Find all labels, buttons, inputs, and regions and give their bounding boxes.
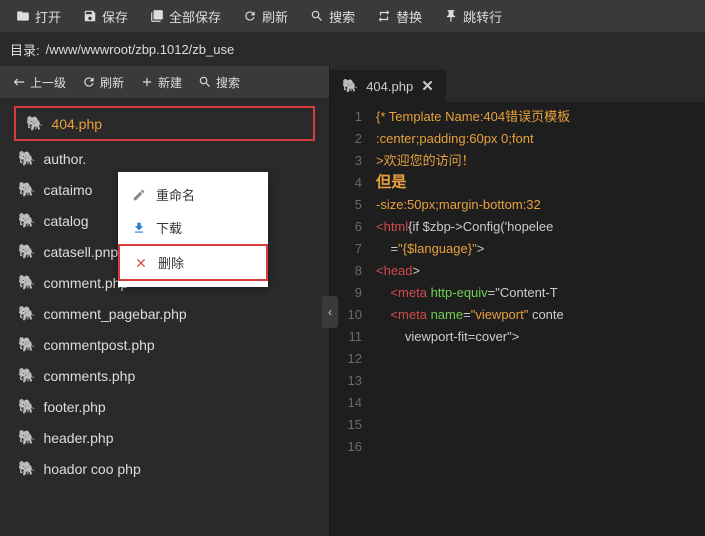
path-label: 目录: xyxy=(10,40,40,59)
close-icon[interactable]: ✕ xyxy=(421,77,434,95)
php-icon: 🐘 xyxy=(18,305,35,322)
back-icon xyxy=(12,75,26,89)
refresh-icon xyxy=(82,75,96,89)
file-item[interactable]: 🐘 hoador coo php xyxy=(8,453,321,484)
save-button[interactable]: 保存 xyxy=(73,1,138,32)
save-icon xyxy=(83,9,97,23)
php-icon: 🐘 xyxy=(18,429,35,446)
search-icon xyxy=(310,9,324,23)
file-item[interactable]: 🐘 comments.php xyxy=(8,360,321,391)
php-icon: 🐘 xyxy=(18,243,35,260)
context-menu: 重命名 下载 删除 xyxy=(118,172,268,287)
rename-item[interactable]: 重命名 xyxy=(118,178,268,211)
php-icon: 🐘 xyxy=(18,460,35,477)
sidebar-toolbar: 上一级 刷新 新建 搜索 xyxy=(0,66,329,98)
file-name: catalog xyxy=(43,213,88,229)
collapse-sidebar-button[interactable]: ‹ xyxy=(322,296,338,328)
save-all-icon xyxy=(150,9,164,23)
path-bar: 目录: /www/wwwroot/zbp.1012/zb_use xyxy=(0,32,705,66)
tab-label: 404.php xyxy=(366,79,413,94)
file-name: cataimo xyxy=(43,182,92,198)
file-item[interactable]: 🐘 footer.php xyxy=(8,391,321,422)
php-icon: 🐘 xyxy=(18,398,35,415)
php-icon: 🐘 xyxy=(342,78,358,94)
file-name: hoador coo php xyxy=(43,461,140,477)
top-toolbar: 打开 保存 全部保存 刷新 搜索 替换 跳转行 xyxy=(0,0,705,32)
file-name: comment.php xyxy=(43,275,128,291)
search-icon xyxy=(198,75,212,89)
file-name: author. xyxy=(43,151,86,167)
sidebar: 上一级 刷新 新建 搜索 🐘 404.php 🐘 author. 🐘 cataimo 🐘 ca… xyxy=(0,66,330,536)
php-icon: 🐘 xyxy=(26,115,43,132)
php-icon: 🐘 xyxy=(18,367,35,384)
file-name: header.php xyxy=(43,430,113,446)
php-icon: 🐘 xyxy=(18,274,35,291)
file-name: footer.php xyxy=(43,399,105,415)
open-button[interactable]: 打开 xyxy=(6,1,71,32)
download-icon xyxy=(132,221,146,235)
close-icon xyxy=(134,256,148,270)
file-tab[interactable]: 🐘 404.php ✕ xyxy=(330,70,446,102)
replace-icon xyxy=(377,9,391,23)
code-lines: {* Template Name:404错误页模板:center;padding… xyxy=(370,102,705,536)
php-icon: 🐘 xyxy=(18,181,35,198)
search-button[interactable]: 搜索 xyxy=(300,1,365,32)
path-value: /www/wwwroot/zbp.1012/zb_use xyxy=(46,42,235,57)
new-button[interactable]: 新建 xyxy=(132,70,190,95)
side-refresh-button[interactable]: 刷新 xyxy=(74,70,132,95)
tab-bar: 🐘 404.php ✕ xyxy=(330,66,705,102)
side-search-button[interactable]: 搜索 xyxy=(190,70,248,95)
editor: ‹ 🐘 404.php ✕ 12345678910111213141516 {*… xyxy=(330,66,705,536)
plus-icon xyxy=(140,75,154,89)
goto-button[interactable]: 跳转行 xyxy=(434,1,512,32)
file-name: comments.php xyxy=(43,368,135,384)
file-list: 🐘 404.php 🐘 author. 🐘 cataimo 🐘 catalog 🐘 catasel… xyxy=(0,98,329,536)
file-name: comment_pagebar.php xyxy=(43,306,186,322)
file-item[interactable]: 🐘 commentpost.php xyxy=(8,329,321,360)
replace-button[interactable]: 替换 xyxy=(367,1,432,32)
code-area[interactable]: 12345678910111213141516 {* Template Name… xyxy=(330,102,705,536)
php-icon: 🐘 xyxy=(18,336,35,353)
folder-open-icon xyxy=(16,9,30,23)
up-button[interactable]: 上一级 xyxy=(4,70,74,95)
file-name: 404.php xyxy=(51,116,102,132)
file-name: commentpost.php xyxy=(43,337,154,353)
rename-icon xyxy=(132,188,146,202)
file-name: catasell.pnp xyxy=(43,244,118,260)
php-icon: 🐘 xyxy=(18,150,35,167)
file-item[interactable]: 🐘 404.php xyxy=(14,106,315,141)
file-item[interactable]: 🐘 comment_pagebar.php xyxy=(8,298,321,329)
delete-item[interactable]: 删除 xyxy=(118,244,268,281)
refresh-button[interactable]: 刷新 xyxy=(233,1,298,32)
php-icon: 🐘 xyxy=(18,212,35,229)
pin-icon xyxy=(444,9,458,23)
download-item[interactable]: 下载 xyxy=(118,211,268,244)
file-item[interactable]: 🐘 header.php xyxy=(8,422,321,453)
save-all-button[interactable]: 全部保存 xyxy=(140,1,231,32)
refresh-icon xyxy=(243,9,257,23)
file-item[interactable]: 🐘 author. xyxy=(8,143,321,174)
